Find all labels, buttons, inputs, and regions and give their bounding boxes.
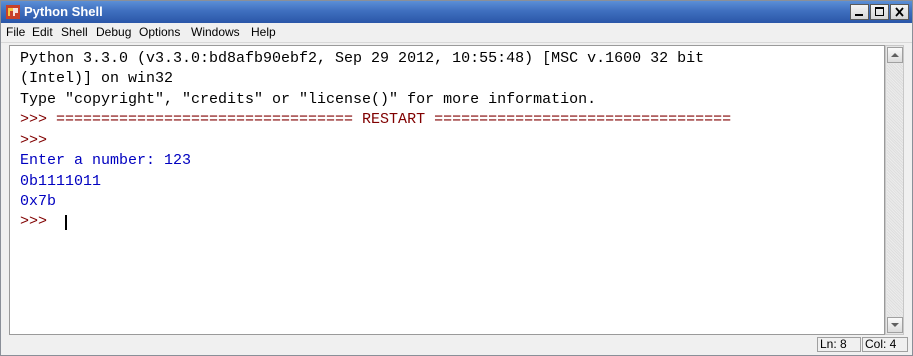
status-line-number: Ln: 8 bbox=[817, 337, 861, 352]
menu-bar: File Edit Shell Debug Options Windows He… bbox=[1, 23, 912, 43]
arrow-down-icon bbox=[891, 323, 899, 327]
shell-text-area[interactable]: Python 3.3.0 (v3.3.0:bd8afb90ebf2, Sep 2… bbox=[9, 45, 885, 335]
shell-line: Python 3.3.0 (v3.3.0:bd8afb90ebf2, Sep 2… bbox=[20, 50, 705, 67]
close-icon bbox=[895, 7, 904, 17]
restart-line: >>> ================================= RE… bbox=[20, 111, 732, 128]
maximize-button[interactable] bbox=[870, 4, 889, 20]
menu-windows[interactable]: Windows bbox=[191, 25, 240, 39]
minimize-icon bbox=[855, 14, 863, 16]
status-column-number: Col: 4 bbox=[862, 337, 908, 352]
menu-file[interactable]: File bbox=[6, 25, 25, 39]
stdout-line: Enter a number: 123 bbox=[20, 152, 192, 169]
maximize-icon bbox=[875, 7, 884, 16]
menu-edit[interactable]: Edit bbox=[32, 25, 53, 39]
menu-shell[interactable]: Shell bbox=[61, 25, 88, 39]
prompt-line: >>> bbox=[20, 132, 48, 149]
minimize-button[interactable] bbox=[850, 4, 869, 20]
scroll-down-button[interactable] bbox=[887, 317, 903, 333]
title-bar[interactable]: Python Shell bbox=[1, 1, 912, 23]
vertical-scrollbar[interactable] bbox=[885, 45, 904, 335]
arrow-up-icon bbox=[891, 53, 899, 57]
menu-options[interactable]: Options bbox=[139, 25, 180, 39]
menu-debug[interactable]: Debug bbox=[96, 25, 131, 39]
scroll-up-button[interactable] bbox=[887, 47, 903, 63]
python-app-icon bbox=[6, 5, 20, 19]
menu-help[interactable]: Help bbox=[251, 25, 276, 39]
stdout-line: 0b1111011 bbox=[20, 173, 102, 190]
stdout-line: 0x7b bbox=[20, 193, 57, 210]
python-shell-window: Python Shell File Edit Shell Debug Optio… bbox=[0, 0, 913, 356]
close-button[interactable] bbox=[890, 4, 909, 20]
current-prompt-line: >>> bbox=[20, 213, 57, 230]
window-title: Python Shell bbox=[24, 4, 103, 19]
status-bar: Ln: 8 Col: 4 bbox=[1, 335, 912, 355]
scroll-track[interactable] bbox=[887, 64, 903, 316]
text-cursor bbox=[65, 215, 67, 230]
shell-line: (Intel)] on win32 bbox=[20, 70, 174, 87]
shell-line: Type "copyright", "credits" or "license(… bbox=[20, 91, 597, 108]
